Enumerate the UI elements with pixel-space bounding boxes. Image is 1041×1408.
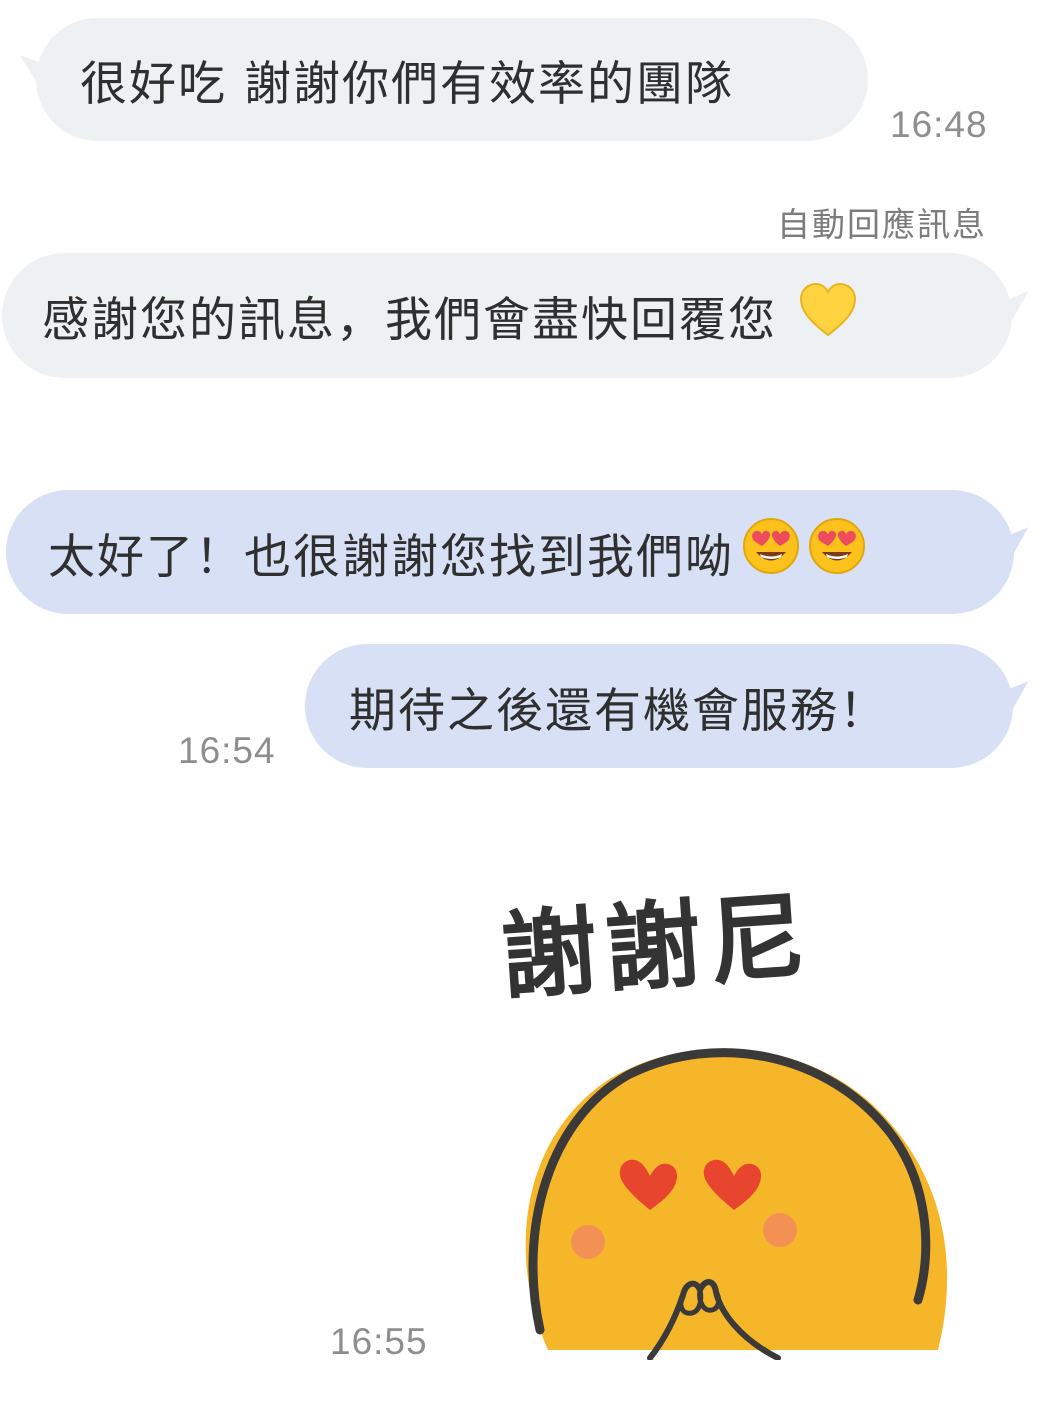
message-bubble-outgoing[interactable]: 太好了！也很謝謝您找到我們呦 bbox=[6, 490, 1014, 614]
message-text: 感謝您的訊息，我們會盡快回覆您 bbox=[42, 293, 777, 348]
message-text: 很好吃 謝謝你們有效率的團隊 bbox=[80, 57, 734, 112]
thank-you-sticker[interactable]: 謝謝尼 bbox=[478, 880, 978, 1360]
auto-reply-label: 自動回應訊息 bbox=[777, 205, 987, 244]
message-timestamp: 16:55 bbox=[330, 1321, 428, 1362]
heart-eyes-face-icon bbox=[742, 517, 800, 587]
chat-area[interactable]: 很好吃 謝謝你們有效率的團隊 16:48 自動回應訊息 感謝您的訊息，我們會盡快… bbox=[0, 0, 1041, 1408]
message-bubble-incoming[interactable]: 很好吃 謝謝你們有效率的團隊 bbox=[36, 18, 868, 141]
message-timestamp: 16:54 bbox=[178, 730, 276, 771]
yellow-heart-icon bbox=[799, 282, 857, 349]
message-text: 太好了！也很謝謝您找到我們呦 bbox=[48, 529, 734, 585]
message-timestamp: 16:48 bbox=[890, 104, 988, 145]
message-bubble-outgoing[interactable]: 期待之後還有機會服務！ bbox=[305, 644, 1013, 768]
heart-eyes-face-icon bbox=[808, 517, 866, 587]
message-bubble-auto-reply[interactable]: 感謝您的訊息，我們會盡快回覆您 bbox=[2, 253, 1012, 378]
message-text: 期待之後還有機會服務！ bbox=[349, 683, 888, 739]
blushing-blob-icon bbox=[525, 1048, 948, 1360]
